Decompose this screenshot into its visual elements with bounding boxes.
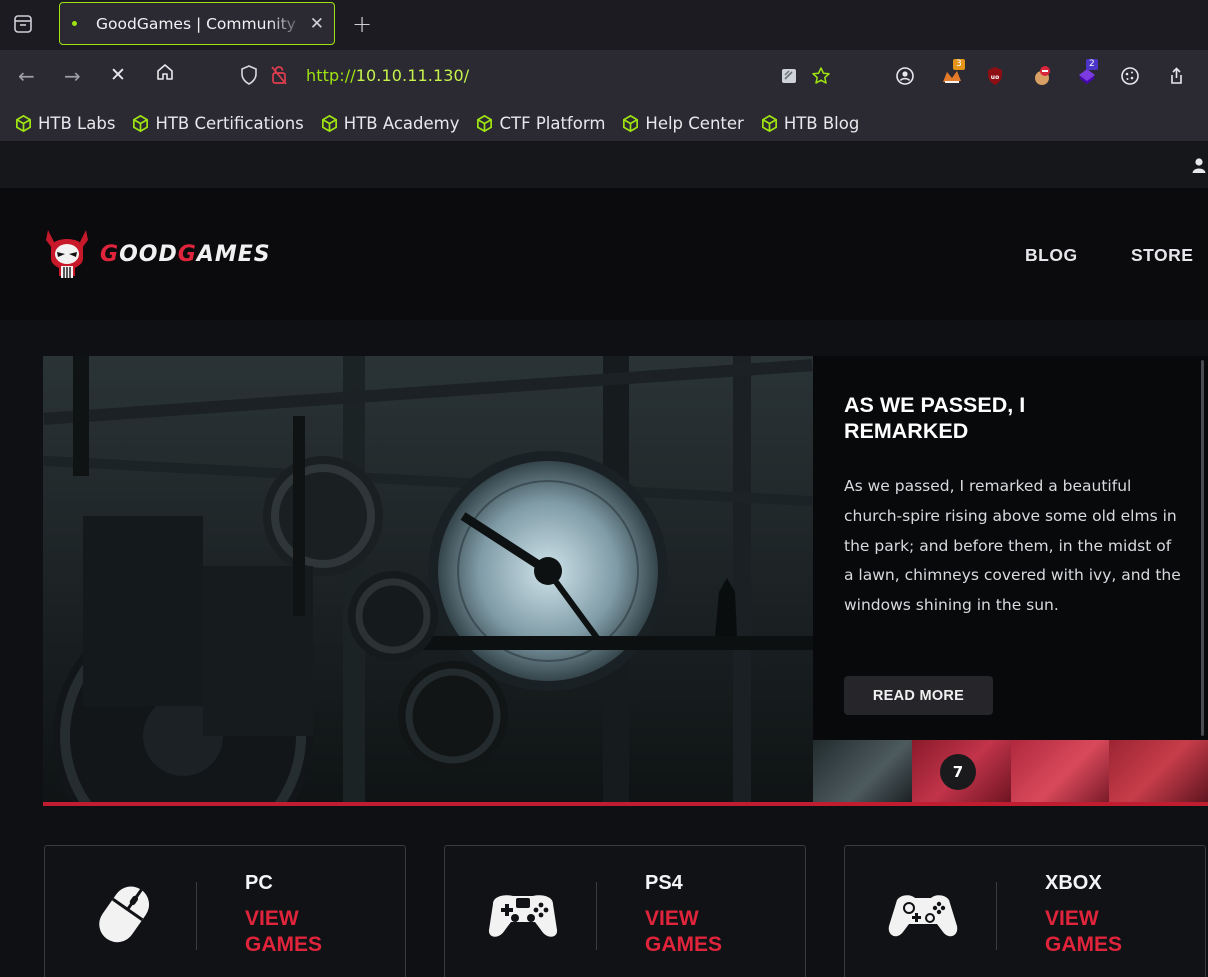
bookmark-help-center[interactable]: Help Center	[621, 113, 744, 133]
tracking-shield-icon[interactable]	[240, 65, 258, 89]
foxyproxy-badge: 3	[953, 59, 965, 70]
account-icon[interactable]	[893, 64, 917, 88]
logo-letter: G	[100, 241, 120, 267]
user-icon[interactable]	[1192, 157, 1206, 177]
site-logo[interactable]: GOODGAMES	[42, 226, 271, 282]
slide-thumbnail[interactable]	[1109, 740, 1208, 802]
reader-view-icon[interactable]	[777, 64, 801, 88]
browser-tab-bar: GoodGames | Community ✕ +	[0, 0, 1208, 50]
htb-cube-icon	[321, 114, 337, 132]
site-top-strip	[0, 141, 1208, 188]
browser-nav-bar: ← → ✕ http://10.10.11.130/ 3 uo 2	[0, 50, 1208, 105]
bookmark-label: HTB Blog	[783, 113, 860, 133]
slide-thumbnail[interactable]	[1010, 740, 1110, 802]
card-divider	[996, 882, 997, 950]
ublock-icon[interactable]: uo	[983, 64, 1007, 88]
wappalyzer-badge: 2	[1086, 59, 1098, 70]
hero-caption-panel: AS WE PASSED, I REMARKED As we passed, I…	[813, 356, 1208, 740]
slide-count-badge: 7	[940, 754, 976, 790]
forward-arrow-icon[interactable]: →	[64, 64, 81, 88]
logo-letters: OOD	[119, 241, 178, 267]
view-games-link[interactable]: VIEW GAMES	[245, 906, 355, 958]
bookmark-star-icon[interactable]	[809, 64, 833, 88]
home-icon[interactable]	[155, 62, 175, 87]
htb-cube-icon	[15, 114, 32, 132]
tab-loading-indicator	[72, 21, 77, 26]
platform-name: PC	[245, 872, 273, 894]
bookmark-label: HTB Academy	[343, 113, 460, 133]
htb-cube-icon	[761, 114, 777, 132]
tab-list-icon[interactable]	[12, 13, 34, 35]
cookie-editor-icon[interactable]	[1030, 64, 1054, 88]
extensions-cookie-icon[interactable]	[1118, 64, 1142, 88]
stop-loading-icon[interactable]: ✕	[110, 64, 126, 86]
hero-thumbnails	[813, 740, 1208, 802]
ps4-controller-icon	[483, 874, 563, 954]
platform-name: XBOX	[1045, 872, 1102, 894]
slide-thumbnail[interactable]	[813, 740, 912, 802]
back-arrow-icon[interactable]: ←	[18, 64, 35, 88]
browser-tab-active[interactable]: GoodGames | Community ✕	[59, 2, 335, 45]
site-header: GOODGAMES BLOG STORE	[0, 188, 1208, 320]
url-scheme: http://	[306, 66, 356, 85]
mouse-icon	[83, 874, 163, 954]
url-security-icons	[240, 65, 288, 89]
xbox-controller-icon	[883, 874, 963, 954]
card-divider	[596, 882, 597, 950]
htb-cube-icon	[623, 114, 639, 132]
hero-title: AS WE PASSED, I REMARKED	[844, 393, 1026, 443]
url-host: 10.10.11.130/	[355, 66, 470, 85]
new-tab-button[interactable]: +	[352, 10, 372, 38]
platform-card-pc[interactable]: PC VIEW GAMES	[44, 845, 406, 977]
bookmark-label: CTF Platform	[499, 113, 606, 133]
nav-link-blog[interactable]: BLOG	[1025, 245, 1078, 266]
insecure-lock-icon[interactable]	[270, 65, 288, 89]
bookmark-ctf-platform[interactable]: CTF Platform	[475, 114, 605, 133]
platform-card-xbox[interactable]: XBOX VIEW GAMES	[844, 845, 1206, 977]
tab-close-icon[interactable]: ✕	[310, 14, 324, 34]
view-games-link[interactable]: VIEW GAMES	[645, 906, 755, 958]
card-divider	[196, 882, 197, 950]
hero-slider: AS WE PASSED, I REMARKED As we passed, I…	[43, 356, 1208, 806]
read-more-button[interactable]: READ MORE	[844, 676, 993, 715]
htb-cube-icon	[133, 114, 149, 132]
nav-link-store[interactable]: STORE	[1131, 245, 1193, 266]
bookmark-htb-certifications[interactable]: HTB Certifications	[131, 113, 304, 133]
view-games-link[interactable]: VIEW GAMES	[1045, 906, 1155, 958]
bookmark-label: Help Center	[645, 113, 744, 133]
bookmark-htb-labs[interactable]: HTB Labs	[14, 114, 115, 133]
logo-letter: G	[177, 241, 197, 267]
skull-logo-icon	[46, 230, 88, 278]
bookmark-htb-blog[interactable]: HTB Blog	[760, 113, 860, 133]
share-icon[interactable]	[1164, 64, 1188, 88]
bookmark-htb-academy[interactable]: HTB Academy	[320, 113, 460, 133]
svg-text:uo: uo	[991, 74, 999, 81]
hero-description: As we passed, I remarked a beautiful chu…	[844, 477, 1181, 615]
caption-scrollbar[interactable]	[1201, 360, 1204, 736]
htb-cube-icon	[477, 114, 493, 132]
logo-letters: AMES	[196, 241, 271, 267]
bookmark-label: HTB Labs	[38, 113, 116, 133]
logo-wordmark: GOODGAMES	[100, 242, 271, 267]
hero-accent-line	[43, 802, 1208, 806]
url-field[interactable]: http://10.10.11.130/	[306, 66, 469, 85]
tab-title: GoodGames | Community	[96, 14, 296, 33]
bookmarks-bar: HTB Labs HTB Certifications HTB Academy …	[0, 105, 1208, 141]
platform-card-ps4[interactable]: PS4 VIEW GAMES	[444, 845, 806, 977]
platform-name: PS4	[645, 872, 683, 894]
bookmark-label: HTB Certifications	[155, 113, 304, 133]
